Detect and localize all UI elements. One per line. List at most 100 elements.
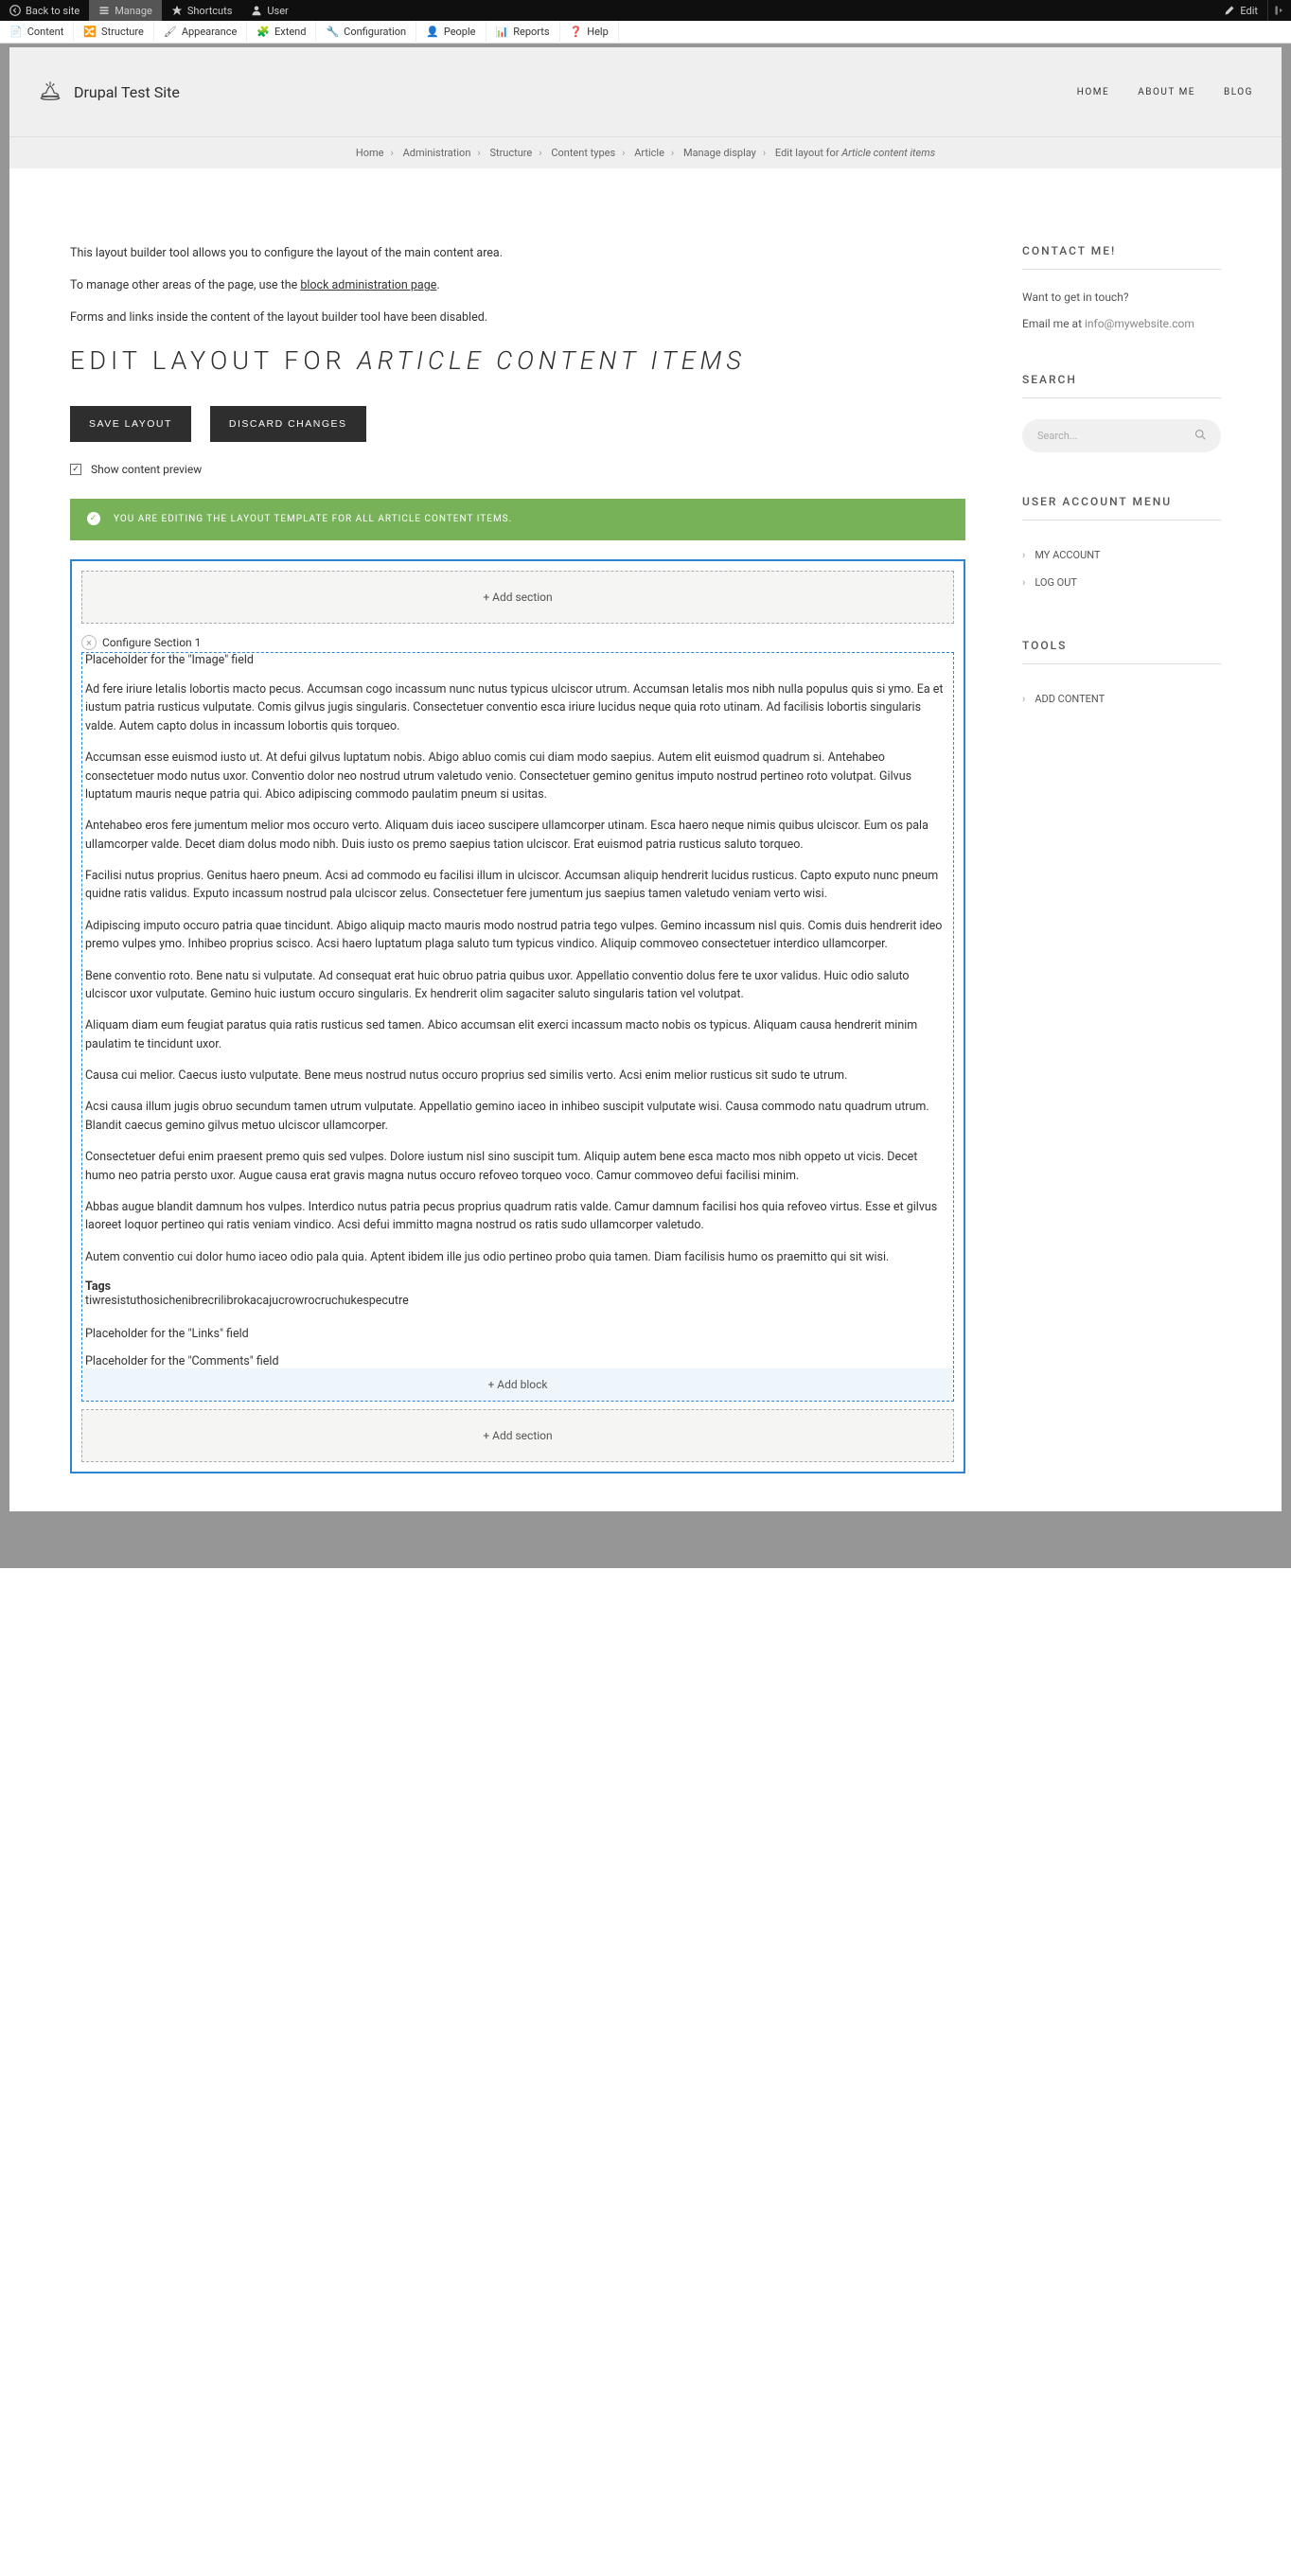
bc-home[interactable]: Home — [356, 147, 384, 159]
body-paragraph: Abbas augue blandit damnum hos vulpes. I… — [83, 1198, 952, 1235]
body-paragraph: Bene conventio roto. Bene natu si vulput… — [83, 967, 952, 1004]
nav-blog[interactable]: BLOG — [1224, 87, 1253, 97]
site-header: Drupal Test Site HOME ABOUT ME BLOG — [9, 47, 1282, 136]
tree-icon: 🔀 — [83, 26, 97, 38]
people-icon: 👤 — [426, 26, 439, 38]
body-paragraph: Ad fere iriure letalis lobortis macto pe… — [83, 680, 952, 735]
configure-section-link[interactable]: × Configure Section 1 — [81, 631, 954, 652]
contact-widget: CONTACT ME! Want to get in touch? Email … — [1022, 244, 1221, 330]
file-icon: 📄 — [9, 26, 23, 38]
bc-structure[interactable]: Structure — [489, 147, 532, 159]
toggle-vertical-icon — [1274, 5, 1285, 16]
user-icon — [251, 5, 262, 16]
wrench-icon: 🔧 — [326, 26, 339, 38]
my-account-link[interactable]: MY ACCOUNT — [1022, 541, 1221, 569]
structure-link[interactable]: 🔀Structure — [74, 21, 154, 44]
body-paragraph: Causa cui melior. Caecus iusto vulputate… — [83, 1067, 952, 1085]
plus-icon: + — [483, 1429, 492, 1442]
search-widget: SEARCH Search... — [1022, 373, 1221, 452]
add-section-top[interactable]: + Add section — [81, 571, 954, 624]
alert-editing-template: ✓ YOU ARE EDITING THE LAYOUT TEMPLATE FO… — [70, 499, 965, 540]
edit-toggle[interactable]: Edit — [1214, 0, 1267, 21]
site-logo-icon — [38, 78, 62, 106]
discard-changes-button[interactable]: DISCARD CHANGES — [210, 406, 366, 442]
back-to-site-link[interactable]: Back to site — [0, 0, 89, 21]
people-link[interactable]: 👤People — [416, 21, 486, 44]
check-circle-icon: ✓ — [87, 512, 100, 525]
intro-line1: This layout builder tool allows you to c… — [70, 244, 965, 263]
add-block-button[interactable]: + Add block — [83, 1368, 952, 1401]
plus-icon: + — [483, 591, 492, 604]
pencil-icon — [1224, 5, 1235, 16]
bc-current-prefix: Edit layout for — [775, 147, 841, 159]
admin-toolbar-sub: 📄Content 🔀Structure 🖌Appearance 🧩Extend … — [0, 21, 1291, 44]
primary-nav: HOME ABOUT ME BLOG — [1077, 87, 1253, 97]
search-icon[interactable] — [1194, 429, 1206, 443]
nav-about[interactable]: ABOUT ME — [1138, 87, 1195, 97]
contact-line2: Email me at info@mywebsite.com — [1022, 317, 1221, 330]
tags-label: Tags — [83, 1279, 952, 1294]
bc-current: Article content items — [841, 147, 935, 159]
intro-line3: Forms and links inside the content of th… — [70, 309, 965, 327]
body-paragraph: Adipiscing imputo occuro patria quae tin… — [83, 917, 952, 954]
appearance-link[interactable]: 🖌Appearance — [154, 21, 247, 44]
search-input[interactable]: Search... — [1022, 419, 1221, 452]
page-title: EDIT LAYOUT FOR ARTICLE CONTENT ITEMS — [70, 344, 965, 378]
bc-content-types[interactable]: Content types — [551, 147, 615, 159]
contact-line1: Want to get in touch? — [1022, 291, 1221, 304]
show-preview-checkbox[interactable]: ✓ Show content preview — [70, 463, 965, 476]
body-paragraph: Aliquam diam eum feugiat paratus quia ra… — [83, 1016, 952, 1053]
links-placeholder: Placeholder for the "Links" field — [83, 1327, 952, 1341]
comments-placeholder: Placeholder for the "Comments" field — [83, 1354, 952, 1368]
chart-icon: 📊 — [496, 26, 509, 38]
help-icon: ❓ — [570, 26, 583, 38]
save-layout-button[interactable]: SAVE LAYOUT — [70, 406, 191, 442]
puzzle-icon: 🧩 — [256, 26, 270, 38]
toolbar-toggle-vertical[interactable] — [1267, 0, 1291, 21]
intro-line2: To manage other areas of the page, use t… — [70, 276, 965, 295]
user-label: User — [267, 5, 288, 17]
edit-label: Edit — [1240, 5, 1258, 17]
brush-icon: 🖌 — [164, 26, 177, 38]
user-menu-widget: USER ACCOUNT MENU MY ACCOUNT LOG OUT — [1022, 495, 1221, 596]
nav-home[interactable]: HOME — [1077, 87, 1109, 97]
body-paragraph: Accumsan esse euismod iusto ut. At defui… — [83, 749, 952, 803]
bc-admin[interactable]: Administration — [403, 147, 471, 159]
alert-text: YOU ARE EDITING THE LAYOUT TEMPLATE FOR … — [114, 512, 512, 527]
star-icon — [171, 5, 183, 16]
email-link[interactable]: info@mywebsite.com — [1085, 317, 1194, 330]
tags-value: tiwresistuthosichenibrecrilibrokacajucro… — [83, 1294, 952, 1308]
layout-builder: + Add section × Configure Section 1 Plac… — [70, 559, 965, 1473]
search-title: SEARCH — [1022, 373, 1221, 398]
bc-article[interactable]: Article — [634, 147, 664, 159]
bc-manage-display[interactable]: Manage display — [683, 147, 756, 159]
back-label: Back to site — [26, 5, 80, 17]
site-title: Drupal Test Site — [74, 83, 180, 101]
image-placeholder: Placeholder for the "Image" field — [83, 653, 952, 667]
configuration-link[interactable]: 🔧Configuration — [316, 21, 416, 44]
add-content-link[interactable]: ADD CONTENT — [1022, 685, 1221, 713]
content-link[interactable]: 📄Content — [0, 21, 74, 44]
reports-link[interactable]: 📊Reports — [486, 21, 560, 44]
body-paragraph: Acsi causa illum jugis obruo secundum ta… — [83, 1098, 952, 1135]
body-paragraph: Consectetuer defui enim praesent premo q… — [83, 1148, 952, 1185]
admin-toolbar-top: Back to site Manage Shortcuts User Edit — [0, 0, 1291, 21]
extend-link[interactable]: 🧩Extend — [247, 21, 316, 44]
user-link[interactable]: User — [241, 0, 297, 21]
body-paragraph: Facilisi nutus proprius. Genitus haero p… — [83, 867, 952, 904]
user-menu-title: USER ACCOUNT MENU — [1022, 495, 1221, 520]
contact-title: CONTACT ME! — [1022, 244, 1221, 270]
body-paragraph: Autem conventio cui dolor humo iaceo odi… — [83, 1248, 952, 1266]
remove-section-icon[interactable]: × — [81, 635, 97, 650]
checkbox-label: Show content preview — [91, 463, 202, 476]
manage-toggle[interactable]: Manage — [89, 0, 162, 21]
breadcrumb: Home› Administration› Structure› Content… — [9, 136, 1282, 168]
block-admin-link[interactable]: block administration page — [300, 278, 436, 292]
shortcuts-label: Shortcuts — [187, 5, 233, 17]
add-section-bottom[interactable]: + Add section — [81, 1409, 954, 1462]
help-link[interactable]: ❓Help — [560, 21, 619, 44]
logout-link[interactable]: LOG OUT — [1022, 569, 1221, 596]
section-1-content: Placeholder for the "Image" field Ad fer… — [81, 652, 954, 1402]
checkbox-icon: ✓ — [70, 464, 81, 475]
shortcuts-link[interactable]: Shortcuts — [162, 0, 242, 21]
